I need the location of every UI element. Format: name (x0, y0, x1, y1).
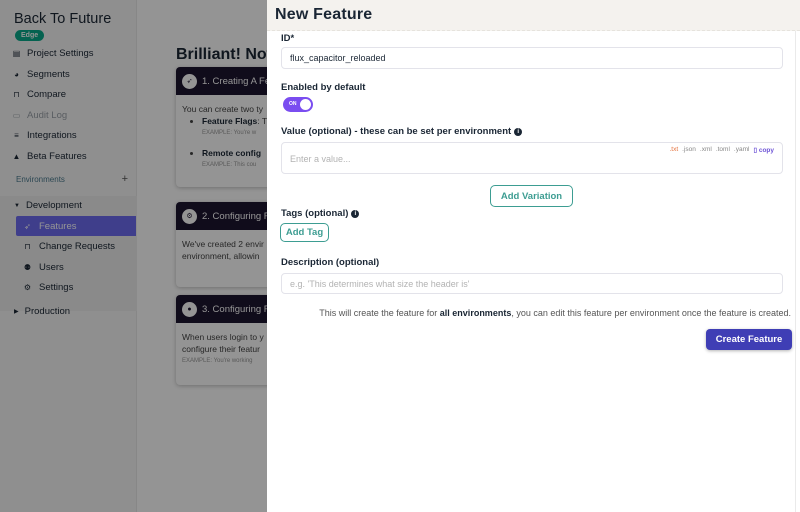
id-label: ID* (281, 33, 295, 44)
toggle-knob (300, 99, 311, 110)
create-feature-button[interactable]: Create Feature (706, 329, 792, 350)
value-label-text: Value (optional) - these can be set per … (281, 126, 512, 137)
copy-button[interactable]: ▯ copy (753, 146, 774, 154)
panel-title: New Feature (275, 6, 373, 23)
value-placeholder: Enter a value... (290, 154, 351, 164)
copy-label: copy (758, 147, 774, 154)
format-yaml[interactable]: .yaml (734, 146, 750, 154)
modal-backdrop[interactable] (0, 0, 267, 512)
info-icon[interactable]: i (351, 209, 360, 218)
clipboard-icon: ▯ (753, 147, 758, 154)
new-feature-panel: New Feature ID* flux_capacitor_reloaded … (267, 0, 800, 512)
enabled-toggle[interactable]: ON (283, 97, 313, 112)
environments-note: This will create the feature for all env… (319, 308, 791, 318)
format-txt[interactable]: .txt (669, 146, 678, 154)
value-textarea[interactable]: Enter a value... .txt .json .xml .toml .… (281, 142, 783, 174)
format-toml[interactable]: .toml (716, 146, 730, 154)
description-input[interactable]: e.g. 'This determines what size the head… (281, 273, 783, 294)
panel-scrollbar[interactable] (795, 31, 796, 512)
id-input-value: flux_capacitor_reloaded (290, 53, 386, 63)
format-selector: .txt .json .xml .toml .yaml ▯ copy (669, 146, 774, 154)
add-variation-button[interactable]: Add Variation (490, 185, 573, 207)
tags-label-text: Tags (optional) (281, 208, 349, 219)
toggle-text: ON (289, 101, 297, 107)
description-placeholder: e.g. 'This determines what size the head… (290, 278, 470, 289)
enabled-label: Enabled by default (281, 82, 366, 93)
description-label: Description (optional) (281, 257, 380, 268)
format-json[interactable]: .json (682, 146, 696, 154)
info-icon[interactable]: i (514, 127, 523, 136)
note-prefix: This will create the feature for (319, 308, 440, 318)
format-xml[interactable]: .xml (700, 146, 712, 154)
add-tag-button[interactable]: Add Tag (280, 223, 329, 242)
tags-label: Tags (optional) i (281, 208, 360, 219)
id-input[interactable]: flux_capacitor_reloaded (281, 47, 783, 69)
note-bold: all environments (439, 308, 512, 318)
note-suffix: , you can edit this feature per environm… (511, 308, 791, 318)
app: Back To Future Edge ▤ Project Settings ◕… (0, 0, 800, 512)
value-label: Value (optional) - these can be set per … (281, 126, 523, 137)
